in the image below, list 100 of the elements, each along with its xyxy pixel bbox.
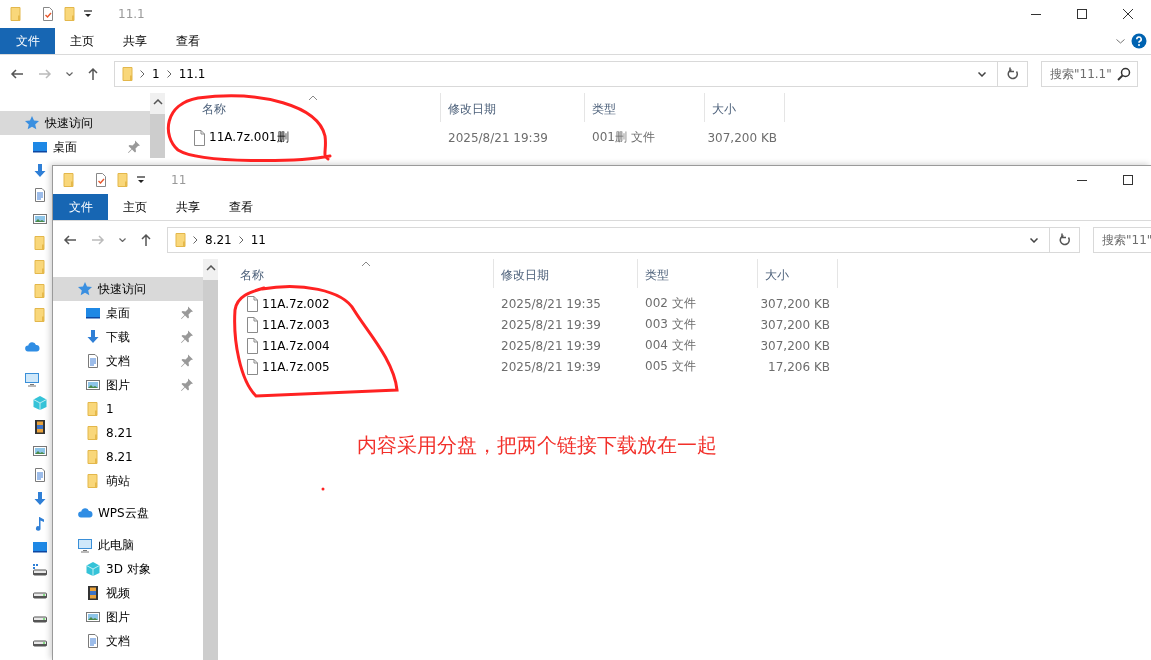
- breadcrumb[interactable]: 11.1: [175, 67, 209, 81]
- ribbon-tab[interactable]: 共享: [108, 28, 161, 54]
- sidebar-item[interactable]: 快速访问: [0, 111, 150, 135]
- sidebar-item[interactable]: 3D 对象: [53, 557, 203, 581]
- sidebar-item[interactable]: 萌站: [53, 469, 203, 493]
- sidebar-item[interactable]: 图片: [53, 605, 203, 629]
- star-icon: [24, 115, 40, 131]
- maximize-icon: [1123, 175, 1133, 185]
- modified-date: 2025/8/21 19:35: [500, 296, 602, 311]
- folder-icon: [8, 6, 24, 22]
- file-icon: [244, 337, 260, 354]
- column-header[interactable]: 类型: [585, 93, 705, 122]
- sidebar-item[interactable]: 桌面: [0, 135, 150, 159]
- ribbon-tab[interactable]: 文件: [0, 28, 55, 54]
- sidebar-item[interactable]: 视频: [53, 581, 203, 605]
- file-icon: [191, 129, 207, 146]
- cloud-icon: [77, 505, 93, 521]
- desktop-icon: [85, 305, 101, 321]
- column-header[interactable]: 修改日期: [494, 259, 638, 288]
- scroll-up-icon: [205, 264, 216, 271]
- breadcrumb[interactable]: 8.21: [202, 233, 235, 247]
- cube-icon: [32, 395, 48, 411]
- file-size: 307,200 KB: [759, 296, 831, 311]
- minimize-icon: [1077, 179, 1087, 181]
- sort-caret-icon: [361, 261, 371, 267]
- sort-caret-icon: [308, 95, 318, 101]
- search-field[interactable]: 搜索"11.1": [1041, 61, 1138, 87]
- caret-down-icon: [118, 238, 126, 242]
- ribbon-tab[interactable]: 查看: [161, 28, 214, 54]
- address-bar[interactable]: 1 11.1: [114, 61, 1028, 87]
- download-icon: [85, 329, 101, 345]
- folder-icon: [32, 259, 48, 275]
- cloud-icon: [24, 339, 40, 355]
- document-icon: [32, 467, 48, 483]
- ribbon-tab[interactable]: 主页: [108, 194, 161, 220]
- sidebar-item[interactable]: 8.21: [53, 421, 203, 445]
- film-icon: [85, 585, 101, 601]
- annotation-dot: [321, 487, 325, 491]
- search-field[interactable]: 搜索"11": [1093, 227, 1151, 253]
- file-name[interactable]: 11A.7z.002: [262, 296, 330, 311]
- breadcrumb[interactable]: 11: [247, 233, 269, 247]
- sidebar-item[interactable]: 桌面: [53, 301, 203, 325]
- file-name[interactable]: 11A.7z.001删: [209, 129, 289, 146]
- ribbon-tab[interactable]: 共享: [161, 194, 214, 220]
- column-header[interactable]: 类型: [638, 259, 758, 288]
- folder-icon: [32, 307, 48, 323]
- document-icon: [85, 353, 101, 369]
- modified-date: 2025/8/21 19:39: [500, 359, 602, 374]
- sidebar-item[interactable]: 快速访问: [53, 277, 203, 301]
- modified-date: 2025/8/21 19:39: [447, 130, 549, 145]
- ribbon-expand-button[interactable]: [1116, 38, 1125, 44]
- ribbon-tab[interactable]: 查看: [214, 194, 267, 220]
- sidebar-item[interactable]: 此电脑: [53, 533, 203, 557]
- file-name[interactable]: 11A.7z.003: [262, 317, 330, 332]
- file-icon: [244, 316, 260, 333]
- modified-date: 2025/8/21 19:39: [500, 317, 602, 332]
- checklist-icon: [93, 172, 109, 188]
- file-size: 307,200 KB: [759, 317, 831, 332]
- sidebar-item[interactable]: 下载: [53, 325, 203, 349]
- scroll-up-button[interactable]: [203, 259, 218, 276]
- address-bar[interactable]: 8.21 11: [167, 227, 1080, 253]
- ribbon-tab[interactable]: 文件: [53, 194, 108, 220]
- caret-down-icon: [978, 71, 986, 77]
- ribbon-tab[interactable]: 主页: [55, 28, 108, 54]
- folder-icon: [62, 6, 78, 22]
- folder-icon: [85, 473, 101, 489]
- scroll-up-button[interactable]: [150, 93, 165, 110]
- folder-icon: [115, 172, 131, 188]
- sidebar-item[interactable]: 1: [53, 397, 203, 421]
- column-header[interactable]: 名称: [218, 259, 494, 288]
- picture-icon: [85, 377, 101, 393]
- minimize-icon: [1031, 13, 1041, 15]
- close-icon: [1123, 9, 1133, 19]
- column-header[interactable]: 修改日期: [441, 93, 585, 122]
- chevron-right-icon: [166, 70, 172, 78]
- modified-date: 2025/8/21 19:39: [500, 338, 602, 353]
- sidebar-item[interactable]: 文档: [53, 629, 203, 653]
- computer-icon: [24, 371, 40, 387]
- column-header[interactable]: 名称: [165, 93, 441, 122]
- file-size: 307,200 KB: [706, 130, 778, 145]
- folder-icon: [173, 232, 189, 248]
- chevron-down-icon: [1116, 38, 1125, 44]
- folder-icon: [32, 235, 48, 251]
- star-icon: [77, 281, 93, 297]
- help-button[interactable]: [1131, 33, 1147, 49]
- column-header[interactable]: 大小: [705, 93, 785, 122]
- sidebar-item[interactable]: WPS云盘: [53, 501, 203, 525]
- window-title: 11.1: [118, 7, 146, 21]
- breadcrumb[interactable]: 1: [149, 67, 163, 81]
- sidebar-item[interactable]: 文档: [53, 349, 203, 373]
- folder-icon: [120, 66, 136, 82]
- file-name[interactable]: 11A.7z.005: [262, 359, 330, 374]
- sidebar-item[interactable]: 8.21: [53, 445, 203, 469]
- chevron-right-icon: [238, 236, 244, 244]
- caret-down-icon: [1030, 237, 1038, 243]
- column-header[interactable]: 大小: [758, 259, 838, 288]
- film-icon: [32, 419, 48, 435]
- file-name[interactable]: 11A.7z.004: [262, 338, 330, 353]
- sidebar-item[interactable]: 图片: [53, 373, 203, 397]
- picture-icon: [32, 443, 48, 459]
